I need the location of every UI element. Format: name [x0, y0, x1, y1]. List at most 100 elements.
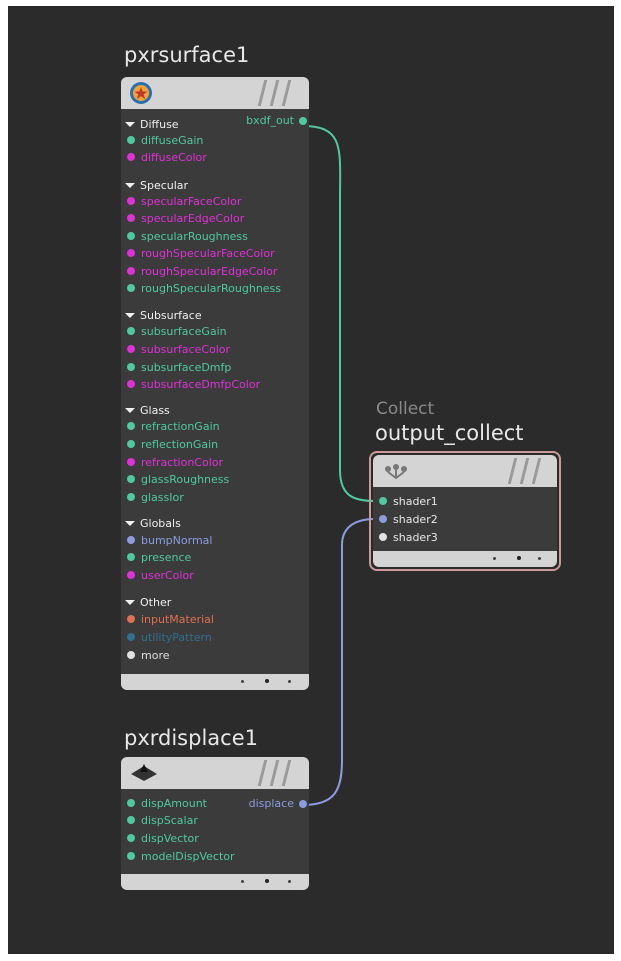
bxdf-out-pin[interactable] [299, 116, 307, 125]
displace-icon [131, 764, 157, 781]
pxrdisplace-node[interactable]: dispAmount dispScalar dispVector modelDispV… [121, 757, 309, 890]
param-refraction-color[interactable]: refractionColor [127, 454, 223, 470]
param-bump-normal[interactable]: bumpNormal [127, 532, 212, 548]
input-pin[interactable] [127, 633, 135, 641]
input-pin[interactable] [127, 493, 135, 501]
group-other[interactable]: Other [125, 594, 171, 610]
param-user-color[interactable]: userColor [127, 567, 194, 583]
param-rough-specular-roughness[interactable]: roughSpecularRoughness [127, 280, 281, 296]
group-subsurface[interactable]: Subsurface [125, 307, 202, 323]
collapse-triangle-icon[interactable] [125, 599, 135, 605]
input-pin[interactable] [127, 458, 135, 466]
param-input-material[interactable]: inputMaterial [127, 611, 214, 627]
input-pin[interactable] [127, 214, 135, 222]
group-label: Specular [140, 178, 189, 192]
collapse-triangle-icon[interactable] [125, 121, 135, 127]
pxrdisplace-header[interactable] [121, 757, 309, 789]
collapse-triangle-icon[interactable] [125, 182, 135, 188]
param-glass-ior[interactable]: glassIor [127, 489, 184, 505]
param-specular-roughness[interactable]: specularRoughness [127, 228, 248, 244]
param-shader3[interactable]: shader3 [379, 529, 438, 545]
param-rough-specular-face-color[interactable]: roughSpecularFaceColor [127, 245, 275, 261]
collect-icon [385, 464, 407, 480]
param-disp-amount[interactable]: dispAmount [127, 795, 207, 811]
pxrsurface-node[interactable]: Diffuse diffuseGain diffuseColor Specular sp… [121, 77, 309, 690]
param-model-disp-vector[interactable]: modelDispVector [127, 848, 235, 864]
input-pin[interactable] [127, 615, 135, 623]
param-utility-pattern[interactable]: utilityPattern [127, 629, 212, 645]
group-globals[interactable]: Globals [125, 515, 181, 531]
input-pin[interactable] [127, 232, 135, 240]
param-diffuse-gain[interactable]: diffuseGain [127, 132, 203, 148]
input-pin[interactable] [379, 515, 387, 523]
param-shader1[interactable]: shader1 [379, 493, 438, 509]
input-pin[interactable] [127, 852, 135, 860]
input-pin[interactable] [127, 345, 135, 353]
param-disp-vector[interactable]: dispVector [127, 830, 199, 846]
param-label: subsurfaceDmfpColor [141, 377, 261, 391]
collapse-triangle-icon[interactable] [125, 520, 135, 526]
input-pin[interactable] [127, 197, 135, 205]
input-pin[interactable] [379, 533, 387, 541]
wire-bxdf-to-shader1[interactable] [302, 125, 376, 502]
param-subsurface-color[interactable]: subsurfaceColor [127, 341, 230, 357]
param-disp-scalar[interactable]: dispScalar [127, 812, 198, 828]
input-pin[interactable] [127, 440, 135, 448]
input-pin[interactable] [127, 249, 135, 257]
input-pin[interactable] [127, 422, 135, 430]
param-label: shader1 [393, 494, 438, 508]
input-pin[interactable] [127, 799, 135, 807]
param-specular-face-color[interactable]: specularFaceColor [127, 193, 241, 209]
param-label: roughSpecularFaceColor [141, 246, 275, 260]
param-diffuse-color[interactable]: diffuseColor [127, 149, 207, 165]
displace-out-label: displace [248, 797, 294, 810]
group-label: Diffuse [140, 117, 179, 131]
param-specular-edge-color[interactable]: specularEdgeColor [127, 210, 244, 226]
input-pin[interactable] [127, 816, 135, 824]
param-subsurface-dmfp-color[interactable]: subsurfaceDmfpColor [127, 376, 260, 392]
input-pin[interactable] [127, 363, 135, 371]
group-glass[interactable]: Glass [125, 402, 170, 418]
param-subsurface-dmfp[interactable]: subsurfaceDmfp [127, 359, 231, 375]
input-pin[interactable] [127, 571, 135, 579]
pxrsurface-header[interactable] [121, 77, 309, 109]
collapse-triangle-icon[interactable] [125, 407, 135, 413]
param-refraction-gain[interactable]: refractionGain [127, 418, 220, 434]
param-label: diffuseColor [141, 150, 207, 164]
param-label: userColor [141, 568, 194, 582]
input-pin[interactable] [127, 327, 135, 335]
collapse-triangle-icon[interactable] [125, 312, 135, 318]
bxdf-out-port[interactable]: bxdf_out [246, 114, 307, 127]
input-pin[interactable] [127, 136, 135, 144]
param-label: glassRoughness [141, 472, 230, 486]
group-specular[interactable]: Specular [125, 177, 189, 193]
input-pin[interactable] [127, 475, 135, 483]
pxrdisplace-footer [121, 874, 309, 890]
input-pin[interactable] [127, 536, 135, 544]
group-diffuse[interactable]: Diffuse [125, 116, 179, 132]
input-pin[interactable] [127, 153, 135, 161]
param-label: roughSpecularRoughness [141, 281, 282, 295]
input-pin[interactable] [127, 267, 135, 275]
input-pin[interactable] [127, 380, 135, 388]
output-collect-node[interactable]: shader1 shader2 shader3 [373, 455, 557, 567]
input-pin[interactable] [379, 497, 387, 505]
param-subsurface-gain[interactable]: subsurfaceGain [127, 323, 227, 339]
wire-displace-to-shader2[interactable] [302, 518, 376, 806]
displace-out-pin[interactable] [299, 799, 307, 808]
param-more[interactable]: more [127, 647, 170, 663]
param-rough-specular-edge-color[interactable]: roughSpecularEdgeColor [127, 263, 277, 279]
collect-header[interactable] [373, 455, 557, 487]
input-pin[interactable] [127, 651, 135, 659]
displace-out-port[interactable]: displace [249, 797, 307, 810]
param-label: dispAmount [141, 796, 207, 810]
param-shader2[interactable]: shader2 [379, 511, 438, 527]
param-label: glassIor [141, 490, 184, 504]
param-presence[interactable]: presence [127, 549, 191, 565]
input-pin[interactable] [127, 834, 135, 842]
input-pin[interactable] [127, 284, 135, 292]
param-glass-roughness[interactable]: glassRoughness [127, 471, 229, 487]
param-reflection-gain[interactable]: reflectionGain [127, 436, 218, 452]
input-pin[interactable] [127, 553, 135, 561]
param-label: specularRoughness [141, 229, 248, 243]
